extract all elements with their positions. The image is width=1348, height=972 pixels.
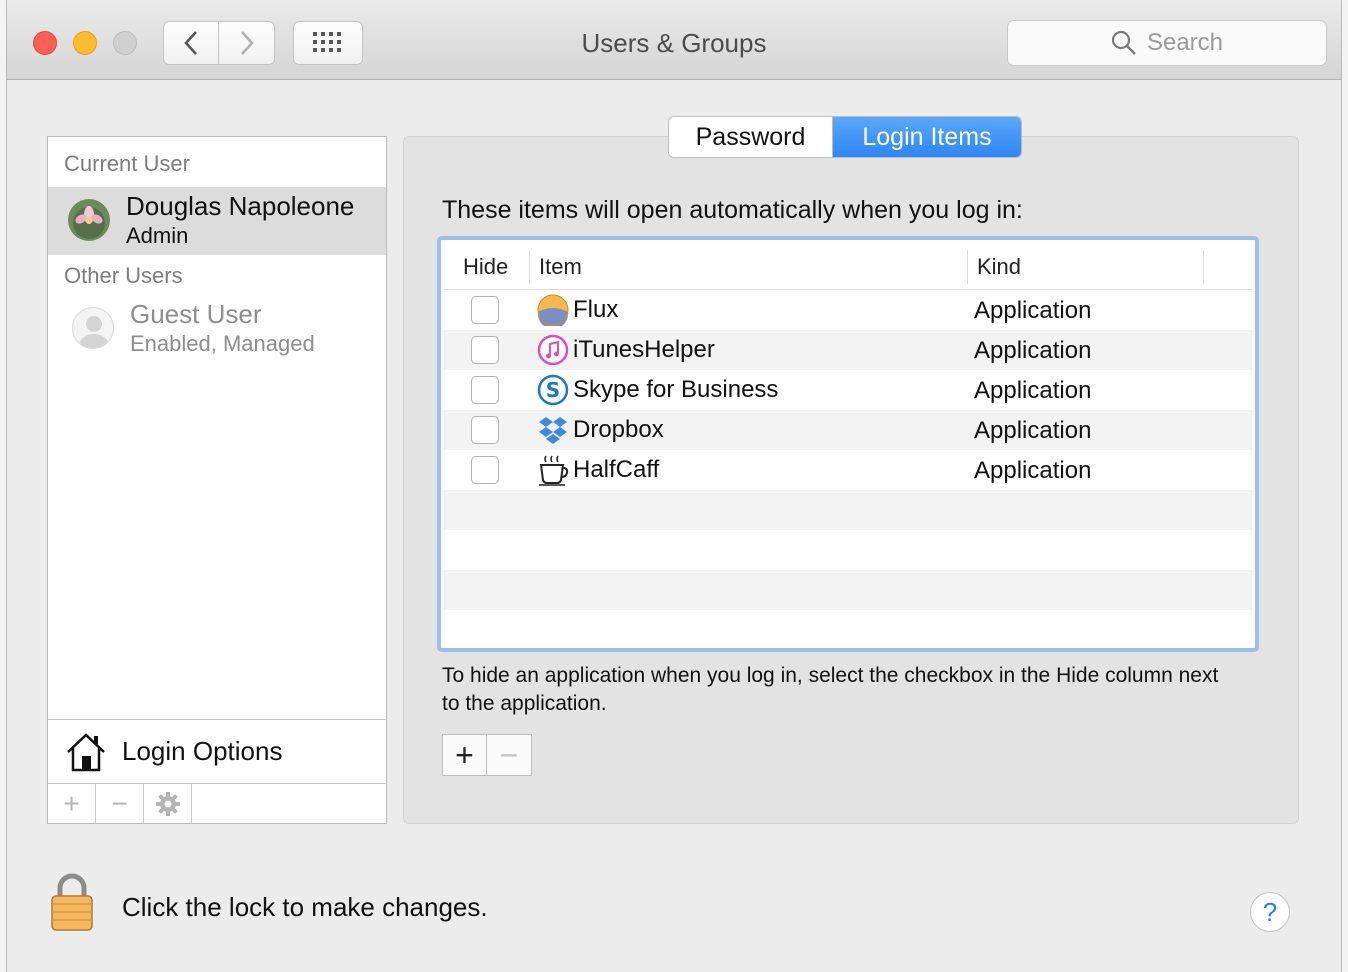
gear-icon [155, 791, 180, 816]
dropbox-icon [539, 417, 567, 444]
item-name: Flux [573, 296, 619, 323]
item-kind: Application [974, 377, 1092, 404]
skype-icon: S [537, 374, 569, 406]
item-kind: Application [974, 337, 1092, 364]
login-options-label: Login Options [122, 736, 283, 766]
current-user-header: Current User [64, 151, 190, 176]
tab-login-items[interactable]: Login Items [833, 117, 1021, 157]
column-header-kind[interactable]: Kind [977, 254, 1021, 280]
table-row[interactable]: iTunesHelper Application [443, 330, 1253, 370]
item-name: HalfCaff [573, 456, 660, 483]
login-items-intro: These items will open automatically when… [442, 196, 1023, 224]
item-kind: Application [974, 417, 1092, 444]
column-header-hide[interactable]: Hide [463, 254, 508, 280]
background-edge-right [1342, 0, 1348, 972]
house-icon [67, 732, 105, 771]
item-name: Dropbox [573, 416, 664, 443]
help-button[interactable]: ? [1250, 892, 1290, 932]
avatar [68, 199, 110, 241]
item-name: Skype for Business [573, 376, 779, 403]
table-header: Hide Item Kind [443, 242, 1253, 290]
tab-password[interactable]: Password [669, 117, 833, 157]
svg-text:S: S [546, 378, 560, 402]
user-actions-button[interactable] [144, 784, 192, 823]
item-name: iTunesHelper [573, 336, 715, 363]
add-login-item-button[interactable]: + [443, 735, 488, 775]
flux-icon [537, 294, 569, 326]
title-bar: Users & Groups Search [7, 0, 1341, 80]
current-user-role: Admin [126, 223, 189, 248]
users-toolbar: + − [48, 783, 386, 823]
hide-checkbox[interactable] [471, 416, 499, 444]
hide-checkbox[interactable] [471, 336, 499, 364]
empty-row [443, 530, 1253, 570]
remove-user-button[interactable]: − [96, 784, 144, 823]
table-row[interactable]: Dropbox Application [443, 410, 1253, 450]
other-users-header: Other Users [64, 263, 183, 288]
item-kind: Application [974, 297, 1092, 324]
tab-bar: Password Login Items [668, 116, 1022, 158]
add-user-button[interactable]: + [48, 784, 96, 823]
search-field[interactable]: Search [1007, 20, 1327, 66]
remove-login-item-button[interactable]: − [487, 735, 531, 775]
table-row[interactable]: S Skype for Business Application [443, 370, 1253, 410]
coffee-cup-icon [539, 455, 569, 486]
hide-checkbox[interactable] [471, 376, 499, 404]
lock-message: Click the lock to make changes. [122, 892, 488, 922]
empty-row [443, 490, 1253, 530]
lock-icon[interactable] [48, 872, 96, 932]
guest-avatar [72, 307, 114, 349]
empty-row [443, 570, 1253, 610]
table-row[interactable]: HalfCaff Application [443, 450, 1253, 490]
table-row[interactable]: Flux Application [443, 290, 1253, 330]
hide-hint-text: To hide an application when you log in, … [442, 664, 1219, 715]
hide-checkbox[interactable] [471, 296, 499, 324]
sidebar-item-guest-user[interactable]: Guest User [130, 299, 262, 330]
login-items-toolbar: + − [442, 734, 532, 776]
current-user-name: Douglas Napoleone [126, 191, 355, 221]
users-sidebar: Current User Douglas Napoleone Admin Oth… [47, 136, 387, 824]
item-kind: Application [974, 457, 1092, 484]
hide-checkbox[interactable] [471, 456, 499, 484]
guest-user-status: Enabled, Managed [130, 331, 315, 356]
login-items-table[interactable]: Hide Item Kind Flux Application iTunesHe… [437, 236, 1259, 652]
column-header-item[interactable]: Item [539, 254, 582, 280]
sidebar-item-current-user[interactable]: Douglas Napoleone Admin [48, 187, 386, 255]
itunes-icon [537, 334, 569, 366]
search-placeholder: Search [1146, 29, 1224, 56]
search-icon [1111, 30, 1136, 55]
empty-row [443, 610, 1253, 646]
login-options-item[interactable]: Login Options [48, 719, 386, 783]
